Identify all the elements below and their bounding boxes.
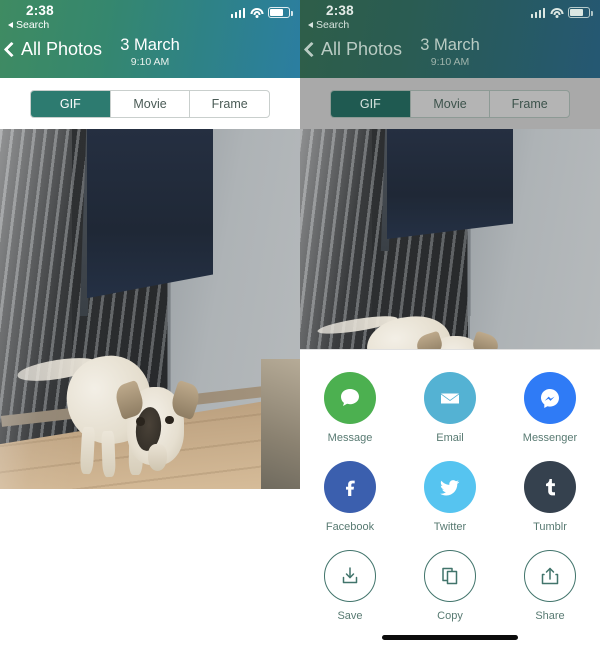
share-row: Facebook Twitter Tumblr bbox=[300, 455, 600, 544]
photo-preview-left[interactable] bbox=[0, 129, 300, 489]
nav-title-block: 3 March 9:10 AM bbox=[300, 35, 600, 69]
nav-title-time: 9:10 AM bbox=[430, 56, 470, 68]
segmented-control-left[interactable]: GIF Movie Frame bbox=[30, 89, 270, 118]
twitter-bird-icon bbox=[424, 461, 476, 513]
photo-scene bbox=[0, 129, 300, 489]
share-option-facebook[interactable]: Facebook bbox=[300, 455, 400, 544]
share-option-share[interactable]: Share bbox=[500, 544, 600, 633]
tumblr-t-icon bbox=[524, 461, 576, 513]
nav-title-time: 9:10 AM bbox=[130, 56, 170, 68]
share-option-label: Tumblr bbox=[533, 521, 567, 533]
segment-gif[interactable]: GIF bbox=[31, 90, 110, 117]
status-time: 2:38 bbox=[326, 3, 354, 18]
battery-icon bbox=[568, 7, 593, 18]
share-option-label: Share bbox=[535, 610, 565, 622]
facebook-f-icon bbox=[324, 461, 376, 513]
nav-bar-right: All Photos 3 March 9:10 AM bbox=[300, 30, 600, 78]
nav-title-date: 3 March bbox=[420, 36, 480, 54]
dog-subject bbox=[16, 309, 213, 478]
nav-title-date: 3 March bbox=[120, 36, 180, 54]
share-option-save[interactable]: Save bbox=[300, 544, 400, 633]
photo-scene bbox=[300, 129, 600, 363]
copy-pages-icon bbox=[424, 550, 476, 602]
facebook-messenger-icon bbox=[524, 372, 576, 424]
dark-doorway bbox=[87, 129, 213, 299]
dual-phone-screenshot: 2:38 Search All Photos 3 March 9:10 AM G… bbox=[0, 0, 600, 647]
header-right: 2:38 Search All Photos 3 March 9:10 AM bbox=[300, 0, 600, 78]
dog-snout bbox=[147, 444, 167, 472]
share-option-email[interactable]: Email bbox=[400, 366, 500, 455]
battery-icon bbox=[268, 7, 293, 18]
status-bar-right: 2:38 Search bbox=[300, 0, 600, 31]
dog-leg bbox=[79, 427, 96, 476]
dog-leg bbox=[100, 430, 116, 477]
status-bar-left: 2:38 Search bbox=[0, 0, 300, 31]
download-tray-icon bbox=[324, 550, 376, 602]
share-option-label: Email bbox=[436, 432, 464, 444]
dark-doorway bbox=[387, 129, 513, 239]
segment-frame[interactable]: Frame bbox=[189, 90, 269, 117]
message-bubble-icon bbox=[324, 372, 376, 424]
share-option-tumblr[interactable]: Tumblr bbox=[500, 455, 600, 544]
share-row: Message Email Messenger bbox=[300, 366, 600, 455]
signal-bars-icon bbox=[230, 8, 245, 18]
nav-title-block: 3 March 9:10 AM bbox=[0, 35, 300, 69]
dog-eye bbox=[165, 415, 174, 425]
segment-movie[interactable]: Movie bbox=[109, 90, 190, 117]
phone-screen-right: 2:38 Search All Photos 3 March 9:10 AM G… bbox=[300, 0, 600, 647]
photo-preview-right[interactable] bbox=[300, 129, 600, 363]
status-indicators bbox=[230, 7, 293, 18]
wifi-icon bbox=[250, 8, 263, 18]
segment-gif[interactable]: GIF bbox=[331, 90, 410, 117]
segmented-control-wrap-left: GIF Movie Frame bbox=[0, 78, 300, 129]
phone-screen-left: 2:38 Search All Photos 3 March 9:10 AM G… bbox=[0, 0, 300, 647]
share-row: Save Copy Share bbox=[300, 544, 600, 633]
share-option-label: Copy bbox=[437, 610, 463, 622]
share-option-messenger[interactable]: Messenger bbox=[500, 366, 600, 455]
segmented-control-wrap-right: GIF Movie Frame bbox=[300, 78, 600, 129]
share-option-label: Facebook bbox=[325, 521, 375, 533]
segment-movie[interactable]: Movie bbox=[409, 90, 490, 117]
share-option-label: Save bbox=[337, 610, 363, 622]
share-option-twitter[interactable]: Twitter bbox=[400, 455, 500, 544]
signal-bars-icon bbox=[530, 8, 545, 18]
share-option-label: Messenger bbox=[522, 432, 578, 444]
header-left: 2:38 Search All Photos 3 March 9:10 AM bbox=[0, 0, 300, 78]
segmented-control-right[interactable]: GIF Movie Frame bbox=[330, 89, 570, 118]
envelope-icon bbox=[424, 372, 476, 424]
sheet-top-divider bbox=[300, 349, 600, 350]
back-triangle-icon bbox=[8, 22, 13, 28]
share-sheet: Message Email Messenger Facebook Twitter… bbox=[300, 349, 600, 647]
share-option-copy[interactable]: Copy bbox=[400, 544, 500, 633]
share-option-message[interactable]: Message bbox=[300, 366, 400, 455]
share-option-label: Message bbox=[327, 432, 373, 444]
share-option-label: Twitter bbox=[433, 521, 467, 533]
share-up-arrow-icon bbox=[524, 550, 576, 602]
right-door-panel bbox=[261, 359, 300, 489]
dog-eye bbox=[136, 417, 145, 426]
wifi-icon bbox=[550, 8, 563, 18]
segment-frame[interactable]: Frame bbox=[489, 90, 569, 117]
status-time: 2:38 bbox=[26, 3, 54, 18]
nav-bar-left: All Photos 3 March 9:10 AM bbox=[0, 30, 300, 78]
back-triangle-icon bbox=[308, 22, 313, 28]
home-indicator-bar[interactable] bbox=[382, 635, 518, 640]
status-indicators bbox=[530, 7, 593, 18]
